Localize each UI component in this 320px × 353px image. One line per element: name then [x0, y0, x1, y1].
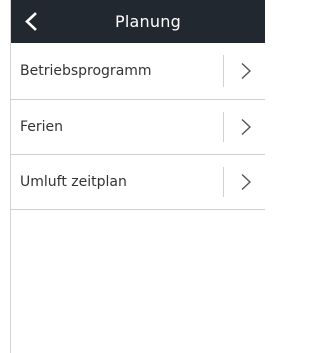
chevron-right-icon	[241, 173, 252, 191]
menu-item-ferien[interactable]: Ferien	[11, 100, 265, 155]
menu-item-label: Betriebsprogramm	[20, 63, 152, 79]
app-screen: Planung Betriebsprogramm Ferien Umluft z…	[10, 0, 265, 353]
header-bar: Planung	[11, 0, 265, 43]
menu-item-divider	[223, 112, 224, 142]
back-button[interactable]	[11, 0, 55, 43]
menu-item-betriebsprogramm[interactable]: Betriebsprogramm	[11, 43, 265, 100]
menu-item-label: Umluft zeitplan	[20, 174, 127, 190]
menu-item-divider	[223, 167, 224, 197]
chevron-right-icon	[241, 62, 252, 80]
chevron-left-icon	[25, 12, 37, 31]
menu-list: Betriebsprogramm Ferien Umluft zeitplan	[11, 43, 265, 210]
menu-item-umluft-zeitplan[interactable]: Umluft zeitplan	[11, 155, 265, 210]
chevron-right-icon	[241, 118, 252, 136]
menu-item-label: Ferien	[20, 119, 64, 135]
menu-item-divider	[223, 55, 224, 87]
